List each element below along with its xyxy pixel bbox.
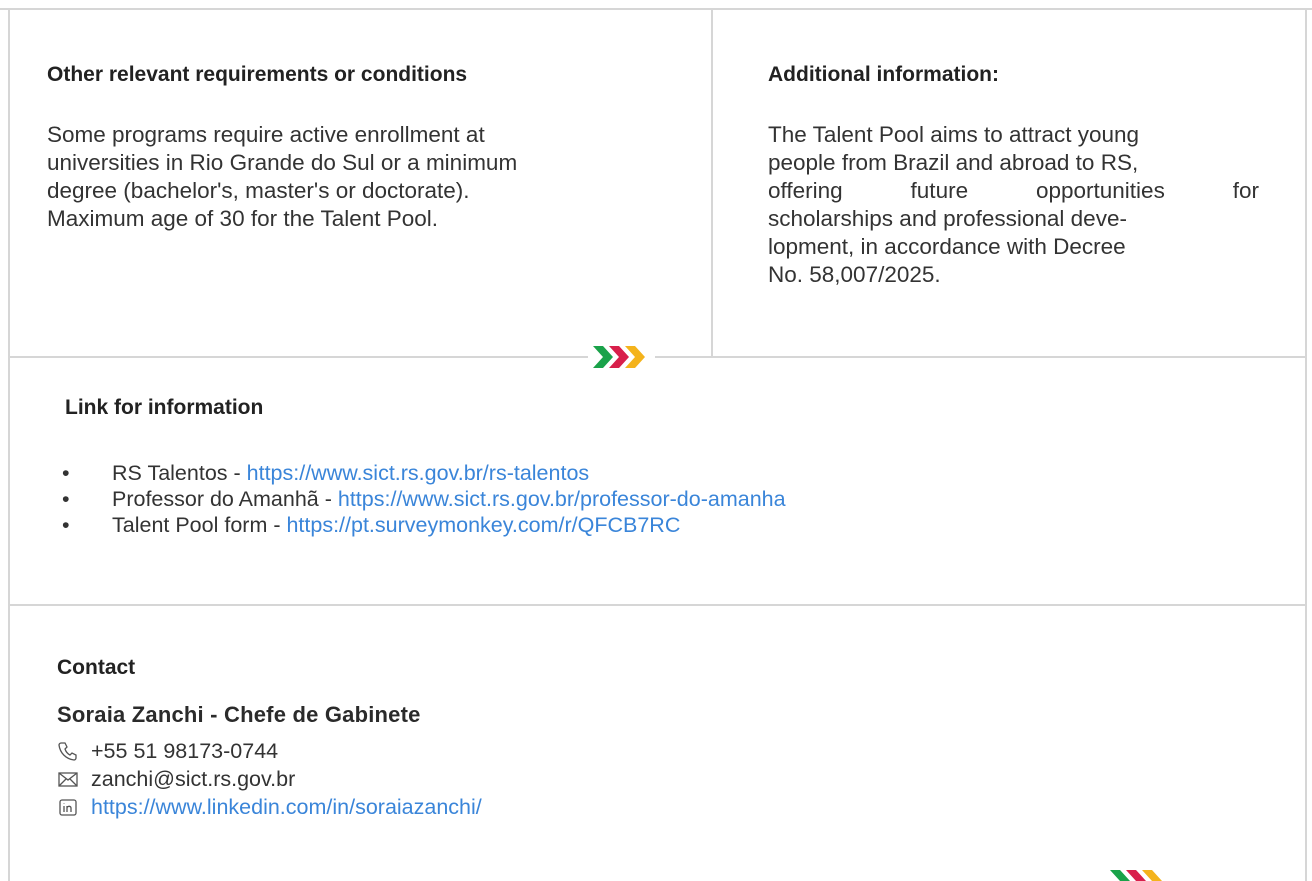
phone-row: +55 51 98173-0744 [57,738,957,764]
link-label: Talent Pool form - [112,513,287,537]
additional-info-line: No. 58,007/2025. [768,262,941,287]
column-divider [711,8,713,357]
additional-info-title: Additional information: [768,63,999,86]
chevron-yellow [1142,870,1162,881]
list-item: • Talent Pool form - https://pt.surveymo… [62,512,1262,538]
right-rule [1305,8,1307,881]
section-rule-2 [8,604,1307,606]
additional-info-line: The Talent Pool aims to attract young [768,122,1140,147]
links-section: Link for information [65,396,1265,420]
requirements-line: universities in Rio Grande do Sul or a m… [47,150,518,175]
top-rule [0,8,1312,10]
additional-info-line: lopment, in accordance with Decree [768,234,1126,259]
email-address: zanchi@sict.rs.gov.br [91,767,296,791]
additional-info-text: The Talent Pool aims to attract young pe… [768,121,1268,289]
list-item: • Professor do Amanhã - https://www.sict… [62,486,1262,512]
rs-talentos-link[interactable]: https://www.sict.rs.gov.br/rs-talentos [247,461,590,485]
envelope-icon [57,768,79,790]
linkedin-icon [57,796,79,818]
email-row: zanchi@sict.rs.gov.br [57,766,957,792]
word: offering [768,178,843,203]
bullet: • [62,513,70,537]
bullet: • [62,487,70,511]
additional-info-line: people from Brazil and abroad to RS, [768,150,1139,175]
links-title: Link for information [65,396,264,419]
professor-do-amanha-link[interactable]: https://www.sict.rs.gov.br/professor-do-… [338,487,786,511]
contact-person: Soraia Zanchi - Chefe de Gabinete [57,702,421,727]
requirements-line: Some programs require active enrollment … [47,122,485,147]
contact-section: Contact Soraia Zanchi - Chefe de Gabinet… [57,656,957,820]
chevron-green [1110,870,1130,881]
chevron-green [593,346,613,368]
triple-chevron-icon [1108,868,1168,881]
word: for [1232,178,1259,203]
contact-title: Contact [57,656,136,679]
section-rule-right [655,356,1307,358]
requirements-section: Other relevant requirements or condition… [47,63,662,233]
word: opportunities [1035,178,1165,203]
phone-number: +55 51 98173-0744 [91,739,279,763]
links-list-wrap: • RS Talentos - https://www.sict.rs.gov.… [62,460,1262,538]
linkedin-link[interactable]: https://www.linkedin.com/in/soraiazanchi… [91,794,482,820]
bullet: • [62,461,70,485]
talent-pool-form-link[interactable]: https://pt.surveymonkey.com/r/QFCB7RC [286,513,680,537]
requirements-line: Maximum age of 30 for the Talent Pool. [47,206,439,231]
additional-info-line: offering future opportunities for [768,177,1259,205]
phone-icon [57,740,79,762]
link-label: Professor do Amanhã - [112,487,338,511]
word: future [910,178,969,203]
additional-info-section: Additional information: The Talent Pool … [768,63,1268,289]
linkedin-row: https://www.linkedin.com/in/soraiazanchi… [57,794,957,820]
additional-info-line: scholarships and professional deve- [768,206,1127,231]
requirements-text: Some programs require active enrollment … [47,121,662,233]
left-rule [8,8,10,881]
chevron-red [1126,870,1146,881]
requirements-title: Other relevant requirements or condition… [47,63,468,86]
requirements-line: degree (bachelor's, master's or doctorat… [47,178,470,203]
section-rule-left [8,356,588,358]
list-item: • RS Talentos - https://www.sict.rs.gov.… [62,460,1262,486]
triple-chevron-icon [591,344,651,370]
link-label: RS Talentos - [112,461,247,485]
links-list: • RS Talentos - https://www.sict.rs.gov.… [62,460,1262,538]
